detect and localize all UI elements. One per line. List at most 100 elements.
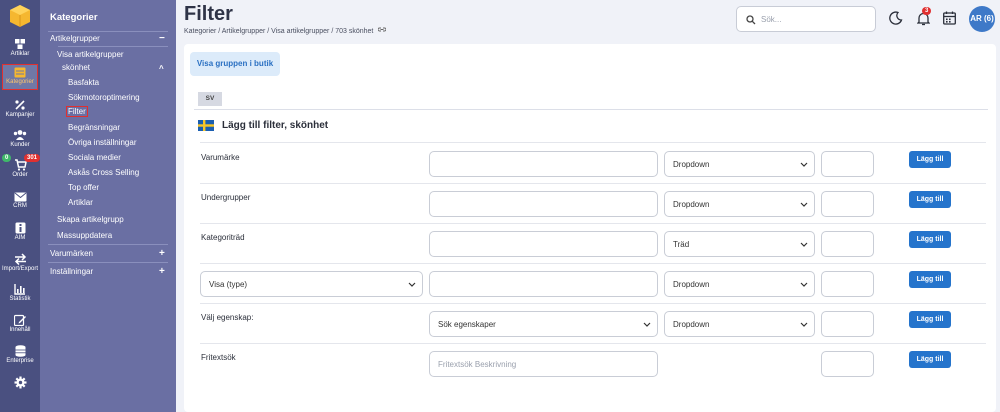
sidebar-item-skonhet[interactable]: skönhet bbox=[62, 63, 90, 72]
undergrupper-input[interactable] bbox=[429, 191, 658, 217]
rail-statistik[interactable]: Statistik bbox=[0, 283, 40, 302]
row-divider bbox=[200, 223, 986, 224]
select-value: Dropdown bbox=[673, 280, 710, 289]
select-value: Träd bbox=[673, 240, 690, 249]
sidebar-item-begransningar[interactable]: Begränsningar bbox=[68, 123, 120, 132]
sidebar-item-artikelgrupper[interactable]: Artikelgrupper bbox=[50, 34, 100, 43]
sidebar-item-basfakta[interactable]: Basfakta bbox=[68, 78, 99, 87]
logo-cube-icon[interactable] bbox=[9, 4, 31, 28]
sidebar-item-artiklar[interactable]: Artiklar bbox=[68, 198, 93, 207]
add-visa-type-button[interactable]: Lägg till bbox=[909, 271, 951, 288]
sidebar-item-varumarken[interactable]: Varumärken bbox=[50, 249, 93, 258]
calendar-icon[interactable] bbox=[943, 11, 956, 25]
varumarke-type-select[interactable]: Dropdown bbox=[664, 151, 815, 177]
tab-language-sv[interactable]: SV bbox=[198, 92, 222, 106]
user-avatar[interactable]: AR (6) bbox=[969, 6, 995, 32]
section-title: Lägg till filter, skönhet bbox=[222, 120, 329, 131]
sidebar-item-askas-cross-selling[interactable]: Askås Cross Selling bbox=[68, 168, 139, 177]
users-icon bbox=[13, 130, 27, 140]
sidebar-item-sociala-medier[interactable]: Sociala medier bbox=[68, 153, 121, 162]
breadcrumb-text[interactable]: Kategorier / Artikelgrupper / Visa artik… bbox=[184, 28, 373, 35]
rail-enterprise[interactable]: Enterprise bbox=[0, 345, 40, 364]
visa-type-sort-input[interactable] bbox=[821, 271, 874, 297]
expand-installningar-icon[interactable]: + bbox=[159, 266, 165, 277]
add-kategoritrad-button[interactable]: Lägg till bbox=[909, 231, 951, 248]
undergrupper-type-select[interactable]: Dropdown bbox=[664, 191, 815, 217]
kategoritrad-input[interactable] bbox=[429, 231, 658, 257]
rail-aim[interactable]: AIM bbox=[0, 222, 40, 241]
rail-order-label: Order bbox=[12, 172, 28, 178]
rail-settings[interactable] bbox=[0, 376, 40, 390]
fritextsok-sort-input[interactable] bbox=[821, 351, 874, 377]
select-value: Visa (type) bbox=[209, 280, 248, 289]
rail-kunder[interactable]: Kunder bbox=[0, 129, 40, 148]
property-sort-input[interactable] bbox=[821, 311, 874, 337]
sidebar-item-filter[interactable]: Filter bbox=[66, 106, 88, 117]
order-badge: 301 bbox=[24, 154, 41, 162]
sidebar-item-top-offer[interactable]: Top offer bbox=[68, 183, 99, 192]
fritextsok-placeholder: Fritextsök Beskrivning bbox=[438, 360, 517, 369]
sidebar-item-skapa-artikelgrupp[interactable]: Skapa artikelgrupp bbox=[57, 215, 124, 224]
sidebar-item-installningar[interactable]: Inställningar bbox=[50, 267, 93, 276]
sidebar-item-ovriga-installningar[interactable]: Övriga inställningar bbox=[68, 138, 136, 147]
sidebar-divider bbox=[58, 46, 168, 47]
undergrupper-sort-input[interactable] bbox=[821, 191, 874, 217]
property-search-select[interactable]: Sök egenskaper bbox=[429, 311, 658, 337]
show-in-shop-button[interactable]: Visa gruppen i butik bbox=[190, 52, 280, 76]
collapse-skonhet-icon[interactable]: ^ bbox=[159, 64, 164, 73]
row-label-varumarke: Varumärke bbox=[201, 153, 240, 162]
tab-divider bbox=[194, 109, 988, 110]
search-icon bbox=[746, 15, 756, 25]
varumarke-sort-input[interactable] bbox=[821, 151, 874, 177]
chevron-down-icon bbox=[800, 162, 808, 167]
row-label-fritextsok: Fritextsök bbox=[201, 353, 236, 362]
rail-kategorier[interactable]: Kategorier bbox=[2, 64, 38, 90]
rail-innehall[interactable]: Innehåll bbox=[0, 314, 40, 333]
visa-type-select[interactable]: Visa (type) bbox=[200, 271, 423, 297]
row-divider bbox=[200, 343, 986, 344]
varumarke-input[interactable] bbox=[429, 151, 658, 177]
row-divider bbox=[200, 263, 986, 264]
visa-type-input[interactable] bbox=[429, 271, 658, 297]
chevron-down-icon bbox=[800, 322, 808, 327]
moon-icon[interactable] bbox=[889, 11, 903, 25]
select-value: Sök egenskaper bbox=[438, 320, 496, 329]
rail-import-export[interactable]: Import/Export bbox=[0, 253, 40, 272]
rail-kampanjer[interactable]: Kampanjer bbox=[0, 99, 40, 118]
sidebar-item-sokmotoroptimering[interactable]: Sökmotoroptimering bbox=[68, 93, 140, 102]
add-fritextsok-button[interactable]: Lägg till bbox=[909, 351, 951, 368]
breadcrumb: Kategorier / Artikelgrupper / Visa artik… bbox=[184, 26, 387, 35]
kategoritrad-type-select[interactable]: Träd bbox=[664, 231, 815, 257]
visa-type-display-select[interactable]: Dropdown bbox=[664, 271, 815, 297]
row-divider bbox=[200, 303, 986, 304]
swedish-flag-icon bbox=[198, 120, 214, 131]
chevron-down-icon bbox=[800, 282, 808, 287]
sidebar-item-visa-artikelgrupper[interactable]: Visa artikelgrupper bbox=[57, 50, 124, 59]
list-icon bbox=[14, 67, 26, 78]
collapse-artikelgrupper-icon[interactable]: − bbox=[159, 33, 165, 44]
rail-crm[interactable]: CRM bbox=[0, 192, 40, 209]
sidebar-item-massuppdatera[interactable]: Massuppdatera bbox=[57, 231, 112, 240]
add-property-button[interactable]: Lägg till bbox=[909, 311, 951, 328]
rail-kategorier-label: Kategorier bbox=[6, 79, 34, 85]
app-root: Artiklar Kategorier Kampanjer Kunder Ord… bbox=[0, 0, 1000, 412]
add-varumarke-button[interactable]: Lägg till bbox=[909, 151, 951, 168]
icon-rail: Artiklar Kategorier Kampanjer Kunder Ord… bbox=[0, 0, 41, 412]
property-type-select[interactable]: Dropdown bbox=[664, 311, 815, 337]
add-undergrupper-button[interactable]: Lägg till bbox=[909, 191, 951, 208]
chevron-down-icon bbox=[643, 322, 651, 327]
rail-artiklar[interactable]: Artiklar bbox=[0, 38, 40, 57]
rail-artiklar-label: Artiklar bbox=[10, 51, 30, 57]
search-input[interactable]: Sök... bbox=[736, 6, 876, 32]
chevron-down-icon bbox=[800, 242, 808, 247]
rail-kunder-label: Kunder bbox=[10, 142, 30, 148]
expand-varumarken-icon[interactable]: + bbox=[159, 248, 165, 259]
gear-icon bbox=[14, 376, 26, 389]
page-title: Filter bbox=[184, 3, 233, 25]
kategoritrad-sort-input[interactable] bbox=[821, 231, 874, 257]
rail-enterprise-label: Enterprise bbox=[6, 358, 34, 364]
fritextsok-input[interactable]: Fritextsök Beskrivning bbox=[429, 351, 658, 377]
mail-icon bbox=[14, 192, 26, 202]
rail-kampanjer-label: Kampanjer bbox=[5, 112, 35, 118]
link-icon[interactable] bbox=[377, 26, 387, 33]
